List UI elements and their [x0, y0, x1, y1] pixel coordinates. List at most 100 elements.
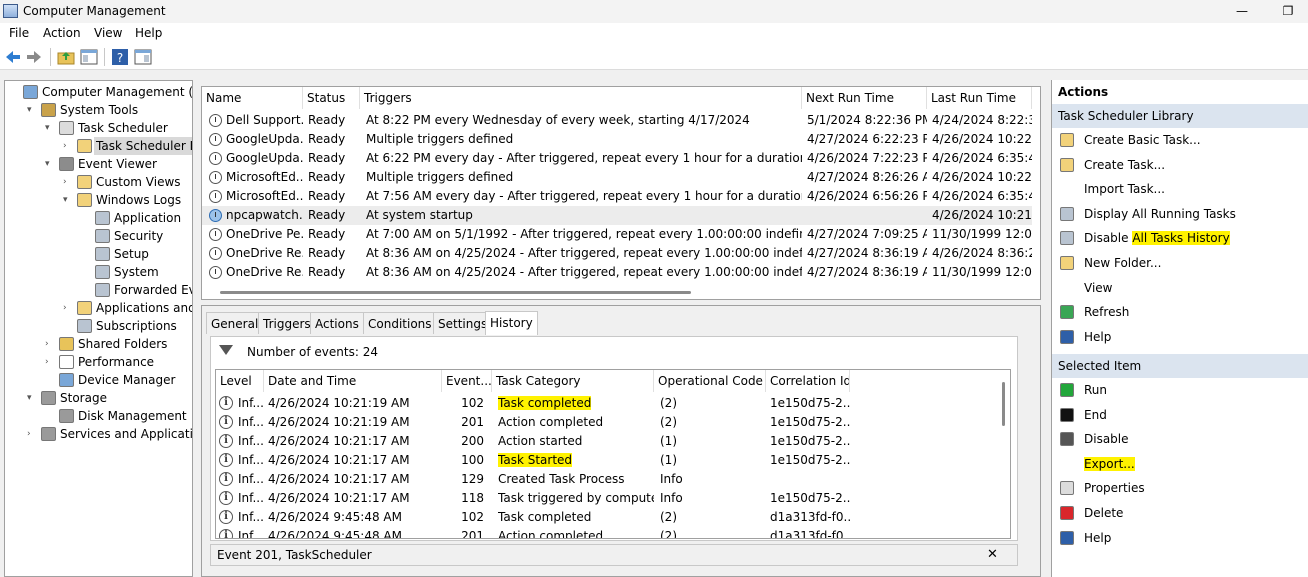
task-clock-icon: [209, 152, 222, 165]
action-properties[interactable]: Properties: [1052, 476, 1308, 500]
task-row[interactable]: GoogleUpda... Ready At 6:22 PM every day -…: [202, 149, 1032, 168]
menu-file[interactable]: File: [9, 26, 29, 40]
history-row[interactable]: i Inf... 4/26/2024 9:45:48 AM 201 Action com…: [216, 527, 996, 539]
column-header-date-and-time[interactable]: Date and Time: [264, 370, 442, 392]
action-export[interactable]: Export...: [1052, 452, 1308, 476]
history-cell-text: 4/26/2024 10:21:19 AM: [268, 396, 410, 410]
history-cell-text: Action completed: [498, 529, 604, 539]
history-row[interactable]: i Inf... 4/26/2024 10:21:17 AM 100 Task Star…: [216, 451, 996, 470]
history-cell-op: (2): [660, 527, 764, 538]
column-header-next-run-time[interactable]: Next Run Time: [802, 87, 927, 109]
history-table: Level Date and Time Event... Task Catego…: [215, 369, 1011, 539]
action-view[interactable]: View: [1052, 276, 1308, 300]
menu-help[interactable]: Help: [135, 26, 162, 40]
up-folder-icon[interactable]: [57, 48, 75, 66]
column-header-triggers[interactable]: Triggers: [360, 87, 802, 109]
task-row[interactable]: OneDrive Re... Ready At 8:36 AM on 4/25/20…: [202, 263, 1032, 282]
back-arrow-icon[interactable]: [4, 48, 22, 66]
computer-management-icon: [3, 4, 18, 18]
action-refresh[interactable]: Refresh: [1052, 300, 1308, 324]
section-task-scheduler-library[interactable]: Task Scheduler Library: [1052, 104, 1308, 128]
action-import-task[interactable]: Import Task...: [1052, 177, 1308, 201]
expand-icon[interactable]: ›: [27, 425, 39, 443]
task-row[interactable]: OneDrive Pe... Ready At 7:00 AM on 5/1/199…: [202, 225, 1032, 244]
tab-actions[interactable]: Actions: [310, 312, 364, 334]
history-row[interactable]: i Inf... 4/26/2024 10:21:17 AM 118 Task trig…: [216, 489, 996, 508]
history-row[interactable]: i Inf... 4/26/2024 9:45:48 AM 102 Task compl…: [216, 508, 996, 527]
expand-icon[interactable]: ›: [45, 353, 57, 371]
restore-button[interactable]: ❐: [1278, 2, 1298, 20]
collapse-icon[interactable]: ▾: [27, 101, 39, 119]
history-cell-text: (1): [660, 434, 677, 448]
task-row[interactable]: OneDrive Re... Ready At 8:36 AM on 4/25/20…: [202, 244, 1032, 263]
column-header-operational-code[interactable]: Operational Code: [654, 370, 766, 392]
history-cell-category: Created Task Process: [498, 470, 654, 489]
column-header-correlation-id[interactable]: Correlation Id: [766, 370, 850, 392]
history-cell-text: Inf...: [238, 510, 264, 524]
task-clock-icon: [209, 247, 222, 260]
action-run[interactable]: Run: [1052, 378, 1308, 402]
tab-general[interactable]: General: [206, 312, 264, 334]
show-hide-tree-icon[interactable]: [80, 48, 98, 66]
expand-icon[interactable]: ›: [63, 137, 75, 155]
action-display-all-running-tasks[interactable]: Display All Running Tasks: [1052, 202, 1308, 226]
horizontal-scrollbar[interactable]: [220, 291, 691, 294]
show-hide-action-pane-icon[interactable]: [134, 48, 152, 66]
history-row[interactable]: i Inf... 4/26/2024 10:21:19 AM 102 Task comp…: [216, 394, 996, 413]
collapse-icon[interactable]: ▾: [45, 119, 57, 137]
column-header-event-id[interactable]: Event...: [442, 370, 492, 392]
action-delete[interactable]: Delete: [1052, 501, 1308, 525]
menu-view[interactable]: View: [94, 26, 122, 40]
expand-icon[interactable]: ›: [63, 173, 75, 191]
tab-conditions[interactable]: Conditions: [363, 312, 437, 334]
history-cell-op: Info: [660, 470, 764, 489]
filter-icon[interactable]: [219, 345, 233, 355]
column-header-status[interactable]: Status: [303, 87, 360, 109]
action-disable[interactable]: Disable: [1052, 427, 1308, 451]
column-header-task-category[interactable]: Task Category: [492, 370, 654, 392]
minimize-button[interactable]: —: [1232, 2, 1252, 20]
action-create-task[interactable]: Create Task...: [1052, 153, 1308, 177]
collapse-icon[interactable]: ▾: [63, 191, 75, 209]
action-disable-all-tasks-history[interactable]: Disable All Tasks History: [1052, 226, 1308, 250]
action-new-folder[interactable]: New Folder...: [1052, 251, 1308, 275]
task-list: Name Status Triggers Next Run Time Last …: [201, 86, 1041, 300]
vertical-scrollbar[interactable]: [1002, 382, 1005, 426]
action-create-basic-task[interactable]: Create Basic Task...: [1052, 128, 1308, 152]
close-icon[interactable]: ✕: [987, 547, 998, 562]
history-cell-text: 4/26/2024 10:21:17 AM: [268, 434, 410, 448]
folder-icon: [77, 175, 92, 189]
history-cell-text: 1e150d75-2...: [770, 491, 850, 505]
task-row[interactable]: GoogleUpda... Ready Multiple triggers defi…: [202, 130, 1032, 149]
collapse-icon[interactable]: ▾: [45, 155, 57, 173]
help-icon[interactable]: ?: [111, 48, 129, 66]
task-row[interactable]: MicrosoftEd... Ready At 7:56 AM every day …: [202, 187, 1032, 206]
action-help[interactable]: Help: [1052, 526, 1308, 550]
task-cell-next: 4/27/2024 8:36:19 AM: [807, 246, 927, 260]
expand-icon[interactable]: ›: [45, 335, 57, 353]
section-selected-item[interactable]: Selected Item: [1052, 354, 1308, 378]
history-row[interactable]: i Inf... 4/26/2024 10:21:19 AM 201 Action co…: [216, 413, 996, 432]
column-header-name[interactable]: Name: [202, 87, 303, 109]
expand-icon[interactable]: ›: [63, 299, 75, 317]
action-help[interactable]: Help: [1052, 325, 1308, 349]
task-cell-triggers: At 8:36 AM on 4/25/2024 - After triggere…: [366, 265, 802, 279]
task-row[interactable]: Dell Support... Ready At 8:22 PM every Wed…: [202, 111, 1032, 130]
history-cell-date: 4/26/2024 10:21:19 AM: [268, 413, 440, 432]
history-row[interactable]: i Inf... 4/26/2024 10:21:17 AM 129 Created T…: [216, 470, 996, 489]
tab-settings[interactable]: Settings: [433, 312, 493, 334]
tree-item-label: System Tools: [60, 103, 139, 117]
forward-arrow-icon[interactable]: [25, 48, 43, 66]
tab-history[interactable]: History: [485, 311, 538, 335]
history-cell-event: 100: [442, 451, 484, 470]
task-row[interactable]: MicrosoftEd... Ready Multiple triggers def…: [202, 168, 1032, 187]
tab-triggers[interactable]: Triggers: [258, 312, 316, 334]
history-row[interactable]: i Inf... 4/26/2024 10:21:17 AM 200 Action st…: [216, 432, 996, 451]
column-header-level[interactable]: Level: [216, 370, 264, 392]
action-end[interactable]: End: [1052, 403, 1308, 427]
task-row[interactable]: npcapwatch... Ready At system startup 4/26/…: [202, 206, 1032, 225]
collapse-icon[interactable]: ▾: [27, 389, 39, 407]
column-header-last-run-time[interactable]: Last Run Time: [927, 87, 1032, 109]
menu-action[interactable]: Action: [43, 26, 81, 40]
task-cell-triggers: At 7:00 AM on 5/1/1992 - After triggered…: [366, 227, 802, 241]
